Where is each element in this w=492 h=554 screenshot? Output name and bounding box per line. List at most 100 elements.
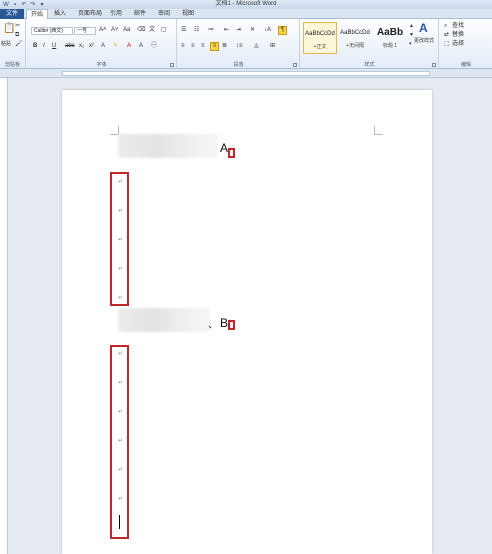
replace-icon[interactable]: ⇄ — [444, 32, 449, 39]
heading-b-separator: 、 — [208, 320, 218, 331]
styles-more-icon[interactable]: ▾ — [409, 41, 412, 48]
tab-references[interactable]: 引用 — [106, 9, 126, 19]
change-styles-button[interactable]: 更改样式 — [414, 38, 438, 44]
paragraph-group: ☰ ☷ ≔ ⇤ ⇥ ✕ ↓A ¶ ≡ ≡ ≡ ≡ ≣ ↕≡ ◬ ⊞ 段落 — [178, 19, 300, 69]
clipboard-group: 📋 粘贴 ✂ ⧉ 🖌 剪贴板 — [0, 19, 26, 69]
paragraph-mark: ↵ — [118, 438, 124, 444]
align-right-icon[interactable]: ≡ — [201, 43, 205, 50]
vertical-ruler[interactable] — [0, 78, 8, 554]
paragraph-dialog-launcher-icon[interactable] — [293, 63, 297, 67]
highlight-icon[interactable]: ✎ — [113, 43, 118, 50]
font-label: 字体 — [96, 62, 107, 68]
phonetic-guide-icon[interactable]: 文 — [149, 27, 155, 34]
annotation-heading-a-mark — [228, 148, 235, 158]
annotation-heading-b-mark — [228, 320, 235, 330]
redacted-heading-b — [118, 308, 210, 332]
clear-format-icon[interactable]: ⌫ — [137, 27, 145, 34]
find-button[interactable]: 查找 — [452, 23, 464, 30]
replace-button[interactable]: 替换 — [452, 32, 464, 39]
paragraph-label: 段落 — [233, 62, 244, 68]
sort-icon[interactable]: ↓A — [264, 27, 271, 34]
document-page[interactable]: A ↵ ↵ ↵ ↵ ↵ 、 B ↵ ↵ ↵ ↵ ↵ ↵ — [62, 90, 432, 554]
change-styles-icon[interactable]: A — [419, 22, 428, 35]
styles-scroll-up-icon[interactable]: ▲ — [409, 23, 414, 30]
bullets-icon[interactable]: ☰ — [181, 27, 186, 34]
font-name-select[interactable]: Calibri (西文) — [31, 27, 73, 35]
char-shading-icon[interactable]: A — [139, 43, 143, 50]
tab-review[interactable]: 审阅 — [154, 9, 174, 19]
chinese-layout-icon[interactable]: ✕ — [250, 27, 255, 34]
window-title: 文档1 - Microsoft Word — [215, 1, 277, 7]
change-case-icon[interactable]: Aa — [123, 27, 130, 34]
paste-button[interactable]: 粘贴 — [1, 41, 11, 48]
paragraph-mark: ↵ — [118, 237, 124, 243]
paste-icon[interactable]: 📋 — [3, 23, 15, 35]
paragraph-mark: ↵ — [118, 266, 124, 272]
grow-font-icon[interactable]: A˄ — [99, 27, 107, 34]
decrease-indent-icon[interactable]: ⇤ — [224, 27, 229, 34]
style-heading-1[interactable]: AaBb 标题 1 — [373, 22, 407, 54]
paragraph-mark: ↵ — [118, 295, 124, 301]
editing-label: 编辑 — [460, 62, 471, 68]
shrink-font-icon[interactable]: A˅ — [111, 27, 119, 34]
line-spacing-icon[interactable]: ↕≡ — [236, 43, 243, 50]
horizontal-ruler[interactable] — [0, 69, 492, 78]
distributed-icon[interactable]: ≣ — [222, 43, 227, 50]
align-center-icon[interactable]: ≡ — [191, 43, 195, 50]
underline-icon[interactable]: U — [52, 43, 56, 50]
subscript-icon[interactable]: x₂ — [79, 43, 84, 50]
title-bar: W ▪ ↶ ↷ ▾ 文档1 - Microsoft Word — [0, 0, 492, 9]
font-group: Calibri (西文) 一号 A˄ A˅ Aa ⌫ 文 ▢ B I U abc… — [27, 19, 177, 69]
ribbon: 📋 粘贴 ✂ ⧉ 🖌 剪贴板 Calibri (西文) 一号 A˄ A˅ Aa … — [0, 19, 492, 69]
paragraph-mark: ↵ — [118, 467, 124, 473]
heading-b-letter: B — [220, 316, 229, 330]
tab-file[interactable]: 文件 — [0, 9, 24, 19]
font-color-icon[interactable]: A — [127, 43, 131, 50]
heading-a-letter: A — [220, 141, 229, 155]
numbering-icon[interactable]: ☷ — [194, 27, 199, 34]
text-cursor — [119, 515, 120, 529]
format-painter-icon[interactable]: 🖌 — [15, 41, 23, 48]
paragraph-mark: ↵ — [118, 496, 124, 502]
font-dialog-launcher-icon[interactable] — [170, 63, 174, 67]
paragraph-mark: ↵ — [118, 380, 124, 386]
font-size-select[interactable]: 一号 — [74, 27, 96, 35]
tab-page-layout[interactable]: 页面布局 — [74, 9, 106, 19]
clipboard-label: 剪贴板 — [4, 62, 20, 68]
shading-icon[interactable]: ◬ — [254, 43, 259, 50]
italic-icon[interactable]: I — [43, 43, 45, 50]
style-no-spacing[interactable]: AaBbCcDd +无间隔 — [338, 22, 372, 54]
superscript-icon[interactable]: x² — [89, 43, 94, 50]
tab-insert[interactable]: 插入 — [50, 9, 70, 19]
ribbon-tabs: 文件 开始 插入 页面布局 引用 邮件 审阅 视图 — [0, 9, 492, 20]
select-icon[interactable]: ⬚ — [444, 41, 450, 48]
justify-icon[interactable]: ≡ — [210, 42, 219, 51]
style-normal[interactable]: AaBbCcDd +正文 — [303, 22, 337, 54]
increase-indent-icon[interactable]: ⇥ — [236, 27, 241, 34]
paragraph-mark: ↵ — [118, 179, 124, 185]
char-border-icon[interactable]: ▢ — [161, 27, 167, 34]
find-icon[interactable]: ⌕ — [444, 23, 447, 30]
tab-view[interactable]: 视图 — [178, 9, 198, 19]
cut-icon[interactable]: ✂ — [15, 23, 20, 30]
ruler-track — [62, 71, 430, 76]
show-marks-icon[interactable]: ¶ — [278, 26, 287, 35]
paragraph-mark: ↵ — [118, 351, 124, 357]
styles-dialog-launcher-icon[interactable] — [432, 63, 436, 67]
bold-icon[interactable]: B — [33, 43, 37, 50]
paragraph-mark: ↵ — [118, 409, 124, 415]
paragraph-mark: ↵ — [118, 208, 124, 214]
align-left-icon[interactable]: ≡ — [181, 43, 185, 50]
enclose-char-icon[interactable]: ㊀ — [151, 43, 157, 50]
text-effects-icon[interactable]: A — [101, 43, 105, 50]
borders-icon[interactable]: ⊞ — [270, 43, 275, 50]
select-button[interactable]: 选择 — [452, 41, 464, 48]
copy-icon[interactable]: ⧉ — [15, 32, 19, 39]
styles-group: AaBbCcDd +正文 AaBbCcDd +无间隔 AaBb 标题 1 ▲ ▼… — [301, 19, 439, 69]
editing-group: ⌕ 查找 ⇄ 替换 ⬚ 选择 编辑 — [440, 19, 492, 69]
tab-mailings[interactable]: 邮件 — [130, 9, 150, 19]
styles-label: 样式 — [364, 62, 375, 68]
multilevel-list-icon[interactable]: ≔ — [208, 27, 214, 34]
margin-corner-top-right — [374, 126, 383, 135]
strikethrough-icon[interactable]: abc — [65, 43, 75, 50]
